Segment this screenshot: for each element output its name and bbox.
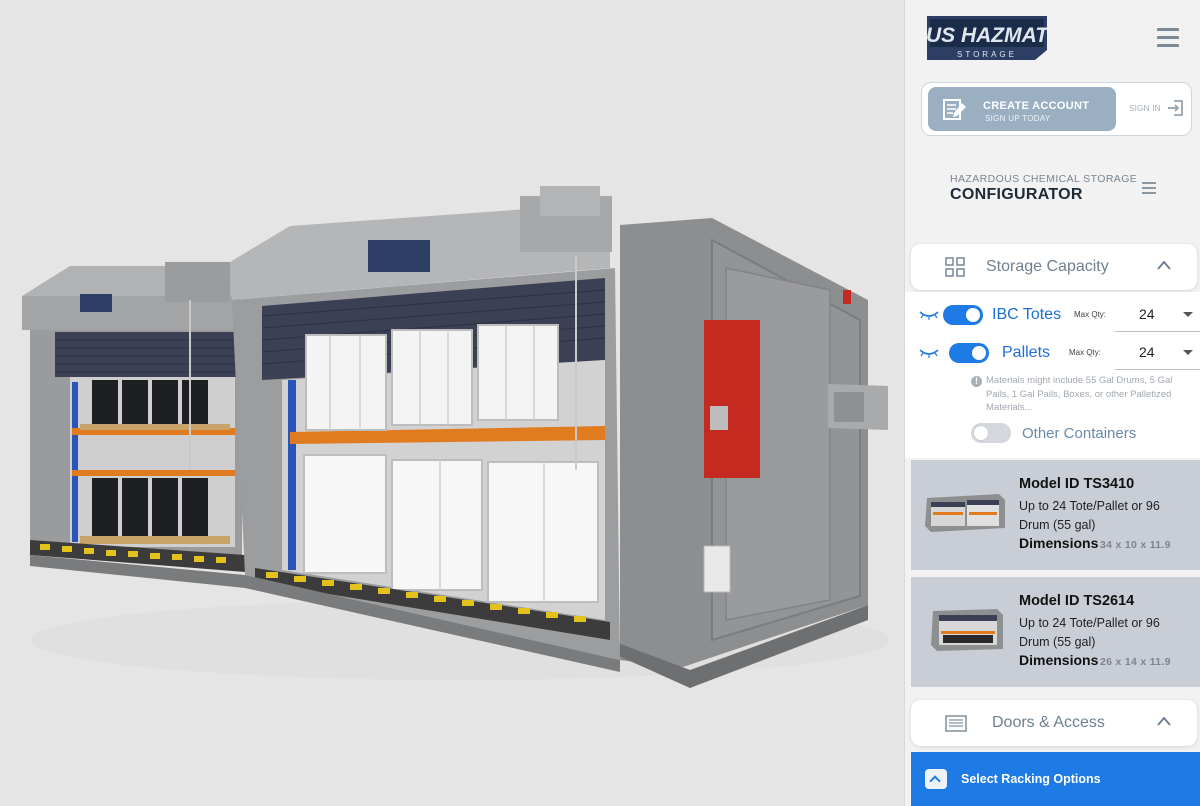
model-card[interactable]: Model ID TS2614 Up to 24 Tote/Pallet or … — [911, 577, 1200, 687]
ibc-totes-maxqty-label: Max Qty: — [1074, 310, 1107, 319]
eye-icon[interactable] — [919, 310, 939, 320]
pallets-qty-value: 24 — [1139, 344, 1155, 360]
fire-suppression-panel — [704, 320, 760, 478]
logo-line2: STORAGE — [957, 50, 1017, 59]
sign-in-link[interactable]: SIGN IN — [1129, 104, 1161, 113]
sign-in-icon[interactable] — [1167, 99, 1185, 117]
ibc-totes-qty-value: 24 — [1139, 306, 1155, 322]
doors-access-header[interactable]: Doors & Access — [911, 700, 1197, 746]
pallets-qty-select[interactable]: 24 — [1115, 337, 1200, 370]
pallets-row: Pallets Max Qty: 24 — [905, 337, 1200, 370]
ibc-totes-qty-select[interactable]: 24 — [1115, 299, 1200, 332]
model-thumbnail — [925, 494, 1005, 532]
dropdown-arrow-icon — [1183, 312, 1193, 317]
storage-capacity-body: IBC Totes Max Qty: 24 Pallets Max Qty: 2… — [905, 292, 1200, 458]
chevron-up-icon[interactable] — [1157, 260, 1171, 270]
doors-access-title: Doors & Access — [992, 714, 1105, 731]
configurator-panel: US HAZMAT STORAGE CREATE ACCOUNT SIGN UP… — [904, 0, 1200, 806]
other-containers-toggle[interactable] — [971, 423, 1011, 443]
dimensions-value: 26 x 14 x 11.9 — [1100, 656, 1171, 668]
eye-icon[interactable] — [919, 348, 939, 358]
create-account-button[interactable]: CREATE ACCOUNT SIGN UP TODAY — [928, 87, 1116, 131]
pallets-maxqty-label: Max Qty: — [1069, 348, 1102, 357]
dimensions-value: 34 x 10 x 11.9 — [1100, 539, 1171, 551]
materials-note: Materials might include 55 Gal Drums, 5 … — [986, 375, 1173, 413]
3d-viewport[interactable] — [0, 0, 904, 806]
model-id: Model ID TS2614 — [1019, 593, 1135, 609]
configurator-subtitle: HAZARDOUS CHEMICAL STORAGE — [950, 173, 1138, 185]
model-id: Model ID TS3410 — [1019, 476, 1135, 492]
pallets-toggle[interactable] — [949, 343, 989, 363]
edit-document-icon — [943, 99, 966, 120]
model-card[interactable]: Model ID TS3410 Up to 24 Tote/Pallet or … — [911, 460, 1200, 570]
select-racking-options-button[interactable]: Select Racking Options — [911, 752, 1200, 806]
storage-capacity-header[interactable]: Storage Capacity — [911, 244, 1197, 290]
model-thumbnail — [931, 609, 1003, 651]
model-description: Up to 24 Tote/Pallet or 96 Drum (55 gal) — [1019, 499, 1160, 532]
dropdown-arrow-icon — [1183, 350, 1193, 355]
dimensions-label: Dimensions — [1019, 652, 1099, 668]
grid-icon — [945, 257, 965, 277]
ibc-totes-label: IBC Totes — [992, 306, 1062, 323]
configurator-title: CONFIGURATOR — [950, 186, 1083, 203]
chevron-up-icon — [925, 769, 947, 789]
chevron-up-icon[interactable] — [1157, 716, 1171, 726]
pallets-label: Pallets — [1002, 344, 1051, 361]
dimensions-label: Dimensions — [1019, 535, 1099, 551]
racking-label: Select Racking Options — [961, 772, 1101, 786]
model-description: Up to 24 Tote/Pallet or 96 Drum (55 gal) — [1019, 616, 1160, 649]
info-icon: ! — [971, 376, 982, 387]
create-account-label: CREATE ACCOUNT — [983, 100, 1090, 112]
building-render[interactable] — [0, 0, 904, 806]
ibc-totes-row: IBC Totes Max Qty: 24 — [905, 299, 1200, 332]
configurator-menu-icon[interactable] — [1142, 182, 1156, 194]
logo-line1: US HAZMAT — [927, 24, 1047, 47]
ibc-totes-toggle[interactable] — [943, 305, 983, 325]
us-hazmat-logo[interactable]: US HAZMAT STORAGE — [927, 16, 1047, 60]
main-menu-hamburger-icon[interactable] — [1157, 28, 1179, 48]
other-containers-label: Other Containers — [1022, 425, 1137, 442]
storage-capacity-title: Storage Capacity — [986, 258, 1109, 275]
door-icon — [945, 715, 967, 732]
account-box: CREATE ACCOUNT SIGN UP TODAY SIGN IN — [921, 82, 1192, 136]
create-account-sublabel: SIGN UP TODAY — [985, 114, 1051, 123]
